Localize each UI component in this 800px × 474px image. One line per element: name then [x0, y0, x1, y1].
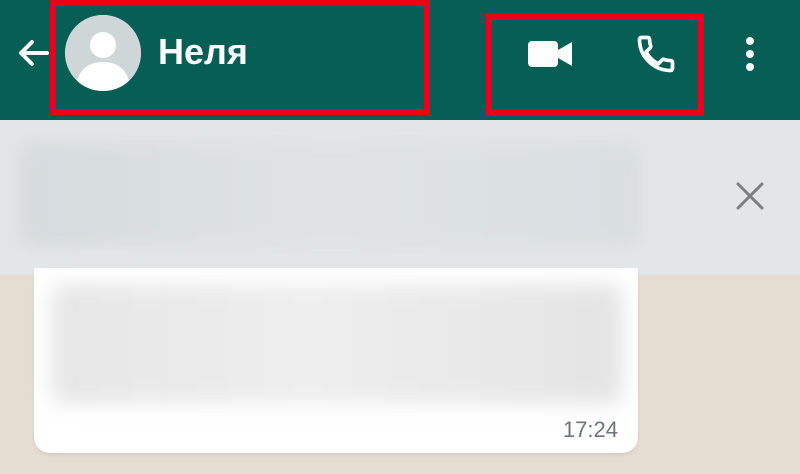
info-banner	[0, 120, 800, 275]
close-banner-button[interactable]	[726, 172, 774, 220]
contact-name[interactable]: Неля	[158, 30, 248, 74]
more-vertical-icon	[746, 37, 754, 71]
back-button[interactable]	[8, 30, 58, 76]
phone-icon	[637, 35, 675, 73]
message-time: 17:24	[562, 417, 618, 442]
blurred-banner-text	[20, 142, 640, 247]
arrow-left-icon	[19, 40, 49, 66]
voice-call-button[interactable]	[624, 26, 688, 82]
message-bubble[interactable]: 17:24	[34, 268, 638, 453]
video-camera-icon	[528, 41, 572, 67]
close-icon	[736, 182, 764, 210]
video-call-button[interactable]	[518, 28, 582, 80]
contact-avatar[interactable]	[65, 15, 141, 91]
default-avatar-icon	[65, 15, 141, 91]
more-options-button[interactable]	[728, 26, 772, 82]
blurred-message-text	[52, 284, 622, 404]
chat-header: Неля	[0, 0, 800, 120]
